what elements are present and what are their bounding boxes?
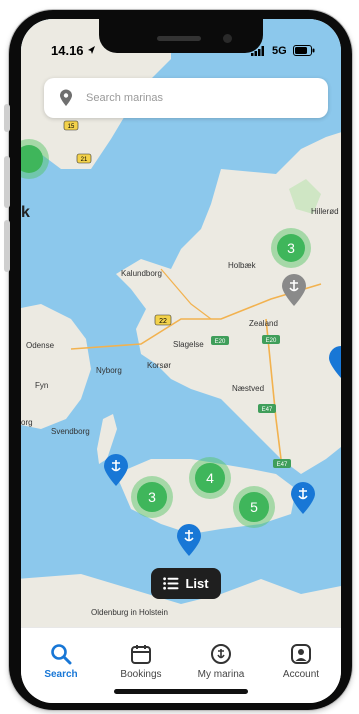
tab-account[interactable]: Account	[261, 628, 341, 680]
road-label-e47: E47	[277, 462, 288, 468]
search-icon	[51, 644, 72, 665]
battery-icon	[293, 45, 315, 56]
cluster-count: 4	[195, 463, 225, 493]
home-indicator	[114, 689, 248, 694]
marina-cluster[interactable]: 4	[189, 457, 231, 499]
place-label: Odense	[26, 341, 55, 350]
marina-marker-blue[interactable]	[327, 345, 341, 379]
place-label: Zealand	[249, 319, 278, 328]
place-label: Holbæk	[228, 261, 257, 270]
marina-cluster[interactable]: 5	[233, 486, 275, 528]
volume-up-button	[4, 156, 10, 208]
road-label-22: 22	[159, 318, 167, 325]
volume-down-button	[4, 220, 10, 272]
place-label: Næstved	[232, 384, 264, 393]
marina-marker-gray[interactable]	[280, 273, 308, 307]
marina-marker-blue[interactable]	[102, 453, 130, 487]
list-button-label: List	[185, 576, 209, 591]
list-view-button[interactable]: List	[151, 568, 221, 599]
marina-icon	[211, 644, 231, 664]
speaker	[157, 36, 201, 41]
place-label: Slagelse	[173, 340, 204, 349]
status-time: 14.16	[51, 43, 84, 58]
cluster-count: 3	[277, 234, 305, 262]
location-pin-icon	[54, 89, 78, 107]
place-label: k	[21, 204, 30, 221]
place-label: Korsør	[147, 361, 171, 370]
place-label: Svendborg	[51, 427, 90, 436]
search-bar[interactable]: Search marinas	[44, 78, 328, 118]
road-label-21: 21	[81, 157, 88, 163]
tab-my-marina[interactable]: My marina	[181, 628, 261, 680]
notch	[99, 19, 263, 53]
side-button	[4, 104, 10, 132]
cluster-count: 5	[239, 492, 269, 522]
road-label-e20: E20	[215, 339, 226, 345]
tab-label: Bookings	[120, 669, 162, 680]
place-label: org	[21, 418, 33, 427]
tab-label: Account	[282, 669, 320, 680]
place-label: Kalundborg	[121, 269, 162, 278]
marina-marker-blue[interactable]	[289, 481, 317, 515]
road-label-15: 15	[68, 124, 75, 130]
marina-cluster[interactable]: 3	[271, 228, 311, 268]
calendar-icon	[131, 645, 151, 664]
tab-bookings[interactable]: Bookings	[101, 628, 181, 680]
road-label-e20: E20	[266, 338, 277, 344]
app-screen: 15 21 22 E20 E20 E47 E47 Kalundborg Holb…	[21, 19, 341, 703]
location-arrow-icon	[88, 46, 95, 54]
search-input[interactable]: Search marinas	[86, 92, 163, 104]
place-label: Oldenburg in Holstein	[91, 608, 168, 617]
camera	[223, 34, 232, 43]
road-label-e47: E47	[262, 407, 273, 413]
place-label: Hillerød	[311, 207, 339, 216]
place-label: Nyborg	[96, 366, 122, 375]
marina-marker-blue[interactable]	[175, 523, 203, 557]
tab-label: My marina	[197, 669, 245, 680]
cluster-count: 3	[137, 482, 167, 512]
account-icon	[291, 644, 311, 664]
place-label: Fyn	[35, 381, 48, 390]
list-icon	[163, 577, 179, 590]
signal-icon	[251, 46, 264, 56]
marina-cluster[interactable]: 3	[131, 476, 173, 518]
network-type: 5G	[272, 45, 287, 57]
tab-label: Search	[44, 669, 78, 680]
tab-search[interactable]: Search	[21, 628, 101, 680]
